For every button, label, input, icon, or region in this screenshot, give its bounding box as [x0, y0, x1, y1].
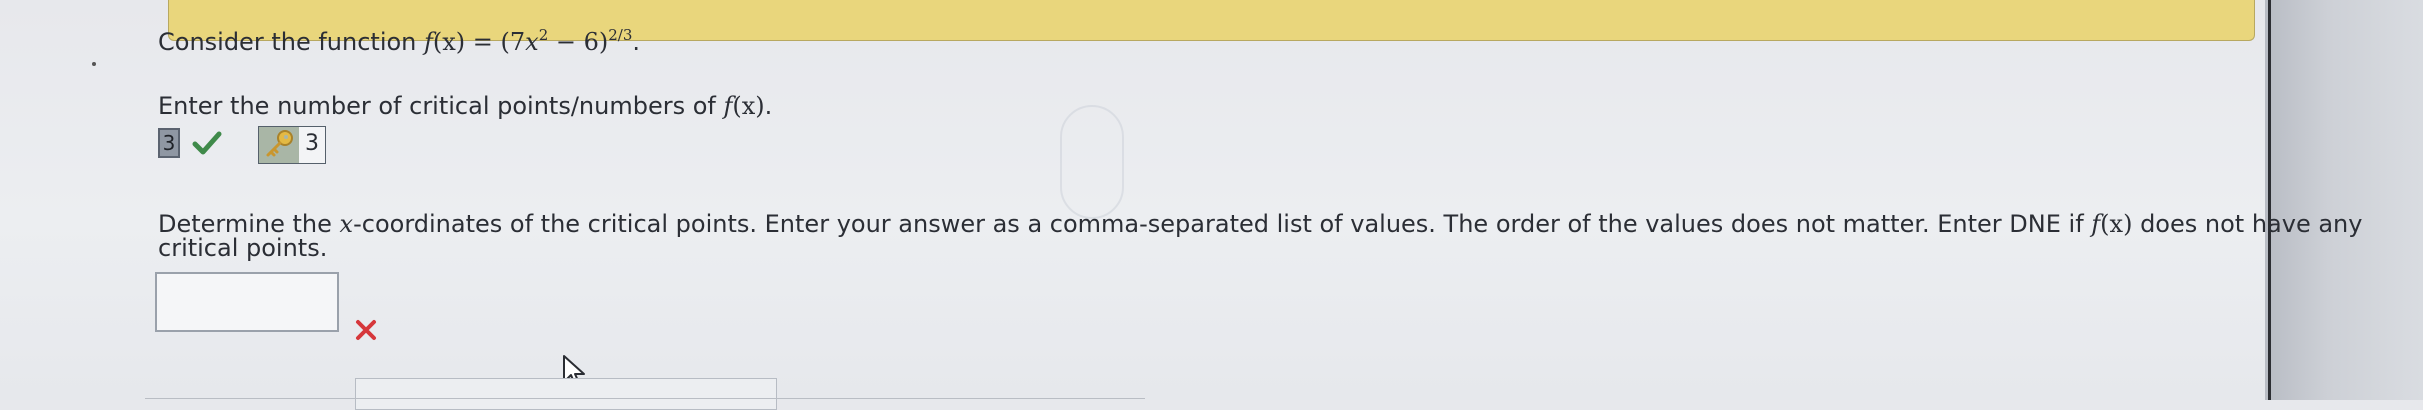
key-icon-bg: [259, 127, 299, 163]
screen-glare: [1060, 105, 1124, 219]
intro-text: Consider the function: [158, 28, 425, 56]
f-symbol: f: [424, 28, 433, 56]
part1-prompt: Enter the number of critical points/numb…: [158, 92, 772, 120]
dot-marker: [92, 62, 96, 66]
check-icon: [192, 131, 222, 155]
screen-edge-shadow: [2265, 0, 2423, 400]
f-arg: (x): [432, 28, 466, 56]
function-statement: Consider the function f(x) = (7x2 − 6)2/…: [158, 26, 641, 57]
exponent-2: 2: [538, 26, 549, 44]
eq-text: = (7: [465, 28, 526, 56]
f-arg: (x): [2100, 210, 2133, 238]
key-icon: [266, 130, 293, 157]
x-icon: [356, 320, 376, 340]
x-symbol: x: [525, 28, 539, 56]
answer1-field[interactable]: 3: [158, 128, 180, 158]
divider: [145, 398, 1145, 399]
minus-six: − 6): [548, 28, 609, 56]
part2-text-mid: -coordinates of the critical points. Ent…: [353, 210, 2092, 238]
part2-prompt-line2: critical points.: [158, 234, 327, 262]
next-field[interactable]: [355, 378, 777, 410]
key-answer-value: 3: [305, 131, 319, 156]
answer2-input[interactable]: [155, 272, 339, 332]
exponent-2-3: 2/3: [608, 26, 633, 44]
f-symbol: f: [2091, 210, 2101, 238]
answer-key-button[interactable]: 3: [258, 126, 326, 164]
part2-prompt-line1: Determine the x-coordinates of the criti…: [158, 210, 2362, 238]
period: .: [764, 92, 773, 120]
x-symbol: x: [339, 210, 354, 238]
part2-text-line2: critical points.: [158, 234, 328, 262]
period: .: [632, 28, 641, 56]
part1-text: Enter the number of critical points/numb…: [158, 92, 724, 120]
f-arg: (x): [732, 92, 765, 120]
part2-text-end: does not have any: [2132, 210, 2363, 238]
screen-edge: [2268, 0, 2271, 400]
